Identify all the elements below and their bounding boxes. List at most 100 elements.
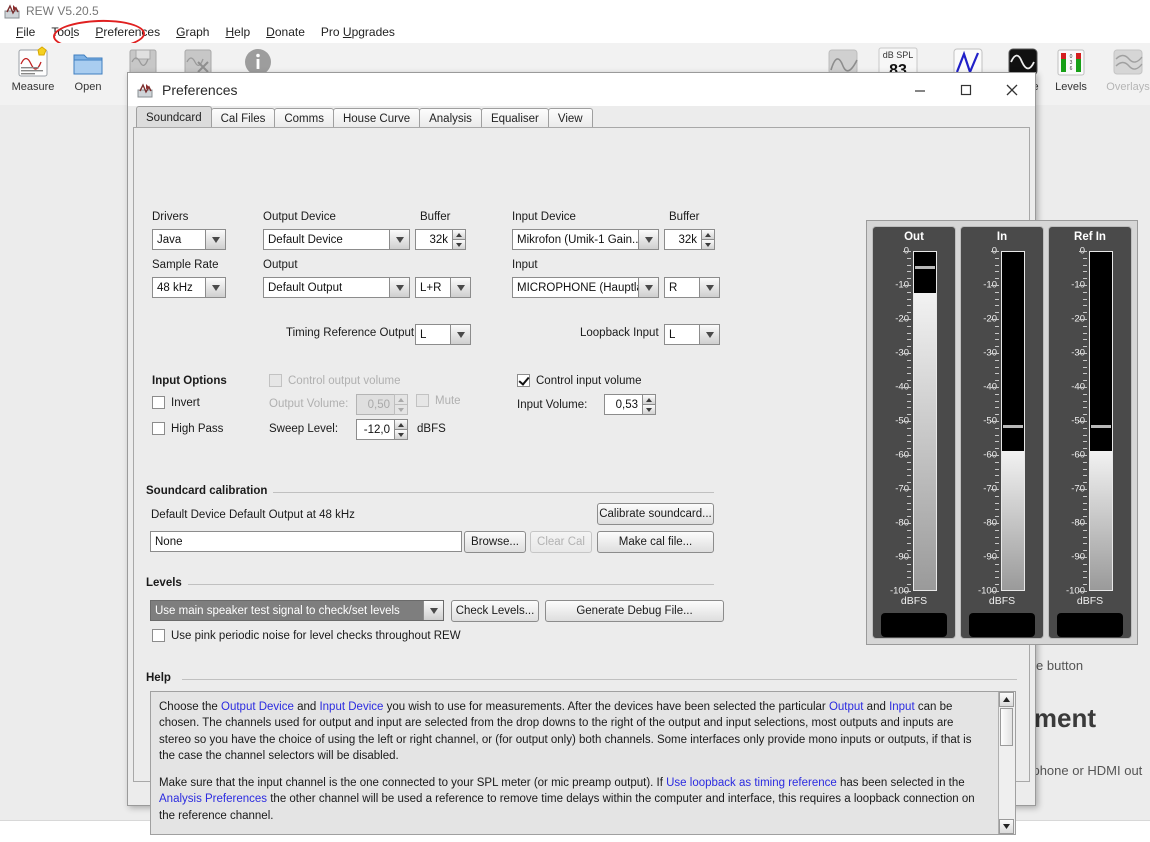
scroll-up-icon[interactable]: [999, 692, 1014, 707]
scroll-down-icon[interactable]: [999, 819, 1014, 834]
spinner-up-icon[interactable]: [701, 229, 715, 239]
sweep-level-spinner[interactable]: -12,0: [356, 419, 408, 440]
chevron-down-icon[interactable]: [638, 230, 658, 249]
timing-reference-output-combo[interactable]: L: [415, 324, 471, 345]
tab-cal-files[interactable]: Cal Files: [210, 108, 276, 128]
output-buffer-spinner[interactable]: 32k: [415, 229, 466, 250]
chevron-down-icon[interactable]: [450, 325, 470, 344]
checkbox-box[interactable]: [517, 374, 530, 387]
checkbox-box[interactable]: [152, 396, 165, 409]
levels-combo[interactable]: Use main speaker test signal to check/se…: [150, 600, 444, 621]
toolbar-button-overlays[interactable]: Overlays: [1095, 46, 1150, 104]
make-cal-file-button[interactable]: Make cal file...: [597, 531, 714, 553]
control-input-volume-checkbox[interactable]: Control input volume: [517, 374, 641, 387]
spinner-up-icon[interactable]: [394, 419, 408, 429]
menu-file[interactable]: File: [8, 23, 43, 41]
spinner-down-icon[interactable]: [394, 404, 408, 415]
tab-comms[interactable]: Comms: [274, 108, 334, 128]
spinner-up-icon[interactable]: [642, 394, 656, 404]
input-buffer-spinner[interactable]: 32k: [664, 229, 715, 250]
chevron-down-icon[interactable]: [389, 278, 409, 297]
sweep-level-value[interactable]: -12,0: [356, 419, 394, 440]
menu-help[interactable]: Help: [217, 23, 258, 41]
chevron-down-icon[interactable]: [389, 230, 409, 249]
meter-scale: 0-10-20-30-40-50-60-70-80-90-100: [875, 246, 911, 597]
help-link[interactable]: Analysis Preferences: [159, 793, 267, 805]
rew-menubar[interactable]: File Tools Preferences Graph Help Donate…: [0, 21, 1150, 43]
sample-rate-combo-value: 48 kHz: [157, 281, 193, 294]
meter-tick-mark: [1083, 346, 1087, 348]
mute-checkbox[interactable]: Mute: [416, 394, 461, 407]
cal-file-input[interactable]: None: [150, 531, 462, 552]
spinner-down-icon[interactable]: [394, 429, 408, 440]
chevron-down-icon[interactable]: [450, 278, 470, 297]
input-device-combo[interactable]: Mikrofon (Umik-1 Gain...: [512, 229, 659, 250]
spinner-up-icon[interactable]: [394, 394, 408, 404]
tab-equaliser[interactable]: Equaliser: [480, 108, 549, 128]
help-link[interactable]: Input Device: [319, 701, 383, 713]
clear-cal-button[interactable]: Clear Cal: [530, 531, 592, 553]
menu-pro-upgrades[interactable]: Pro Upgrades: [313, 23, 403, 41]
checkbox-box[interactable]: [269, 374, 282, 387]
chevron-down-icon[interactable]: [205, 278, 225, 297]
loopback-input-combo[interactable]: L: [664, 324, 720, 345]
chevron-down-icon[interactable]: [699, 278, 719, 297]
chevron-down-icon[interactable]: [638, 278, 658, 297]
scrollbar-thumb[interactable]: [1000, 708, 1013, 746]
checkbox-box[interactable]: [152, 422, 165, 435]
checkbox-box[interactable]: [152, 629, 165, 642]
bg-text-headphone-hdmi: adphone or HDMI out: [1018, 763, 1143, 778]
output-combo[interactable]: Default Output: [263, 277, 410, 298]
output-volume-spinner[interactable]: 0,50: [356, 394, 408, 415]
pink-noise-checkbox[interactable]: Use pink periodic noise for level checks…: [152, 629, 461, 642]
invert-checkbox[interactable]: Invert: [152, 396, 200, 409]
help-scrollbar[interactable]: [998, 692, 1015, 834]
help-link[interactable]: Output Device: [221, 701, 294, 713]
help-link[interactable]: Output: [829, 701, 864, 713]
output-device-combo[interactable]: Default Device: [263, 229, 410, 250]
input-combo[interactable]: MICROPHONE (Hauptla...: [512, 277, 659, 298]
chevron-down-icon[interactable]: [423, 601, 443, 620]
browse-button[interactable]: Browse...: [464, 531, 526, 553]
minimize-icon[interactable]: [897, 73, 943, 106]
output-buffer-value[interactable]: 32k: [415, 229, 452, 250]
tab-view[interactable]: View: [547, 108, 593, 128]
drivers-combo[interactable]: Java: [152, 229, 226, 250]
dialog-titlebar[interactable]: Preferences: [128, 73, 1035, 106]
input-volume-value[interactable]: 0,53: [604, 394, 642, 415]
output-channel-combo[interactable]: L+R: [415, 277, 471, 298]
chevron-down-icon[interactable]: [699, 325, 719, 344]
input-device-combo-value: Mikrofon (Umik-1 Gain...: [517, 233, 638, 246]
help-link[interactable]: Input: [889, 701, 915, 713]
tab-analysis[interactable]: Analysis: [419, 108, 482, 128]
toolbar-label-overlays: Overlays: [1106, 81, 1150, 93]
menu-donate[interactable]: Donate: [258, 23, 313, 41]
generate-debug-file-button[interactable]: Generate Debug File...: [545, 600, 724, 622]
sample-rate-combo[interactable]: 48 kHz: [152, 277, 226, 298]
chevron-down-icon[interactable]: [205, 230, 225, 249]
tab-soundcard[interactable]: Soundcard: [136, 106, 212, 128]
meter-tick-mark: [1083, 278, 1087, 280]
help-link[interactable]: Use loopback as timing reference: [666, 777, 837, 789]
check-levels-button[interactable]: Check Levels...: [451, 600, 539, 622]
maximize-icon[interactable]: [943, 73, 989, 106]
menu-graph[interactable]: Graph: [168, 23, 217, 41]
high-pass-checkbox[interactable]: High Pass: [152, 422, 223, 435]
input-buffer-value[interactable]: 32k: [664, 229, 701, 250]
meter-tick-mark: [907, 434, 911, 436]
input-channel-combo[interactable]: R: [664, 277, 720, 298]
spinner-down-icon[interactable]: [701, 239, 715, 250]
calibrate-soundcard-button[interactable]: Calibrate soundcard...: [597, 503, 714, 525]
spinner-up-icon[interactable]: [452, 229, 466, 239]
control-output-volume-checkbox[interactable]: Control output volume: [269, 374, 401, 387]
checkbox-box[interactable]: [416, 394, 429, 407]
meter-tick-mark: [995, 468, 999, 470]
tab-house-curve[interactable]: House Curve: [332, 108, 421, 128]
output-volume-value[interactable]: 0,50: [356, 394, 394, 415]
input-volume-spinner[interactable]: 0,53: [604, 394, 656, 415]
spinner-down-icon[interactable]: [452, 239, 466, 250]
close-icon[interactable]: [989, 73, 1035, 106]
spinner-down-icon[interactable]: [642, 404, 656, 415]
meter-tick-mark: [1083, 298, 1087, 300]
preferences-tabs[interactable]: Soundcard Cal Files Comms House Curve An…: [136, 106, 593, 128]
